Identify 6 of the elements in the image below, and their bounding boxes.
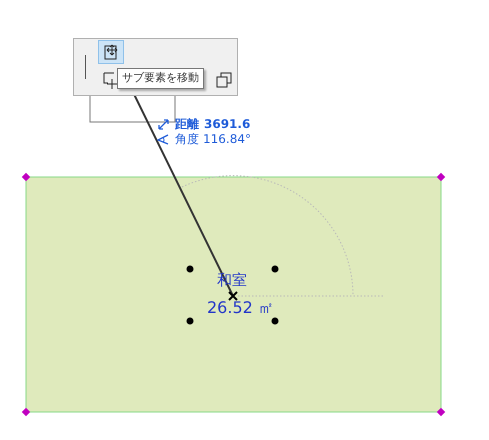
distance-label: 距離	[175, 117, 199, 131]
tooltip: サブ要素を移動	[117, 68, 204, 89]
distance-value: 3691.6	[204, 117, 250, 131]
angle-label: 角度	[175, 132, 199, 146]
room-area-value: 26.52 ㎡	[207, 298, 274, 317]
angle-value: 116.84°	[203, 132, 251, 146]
